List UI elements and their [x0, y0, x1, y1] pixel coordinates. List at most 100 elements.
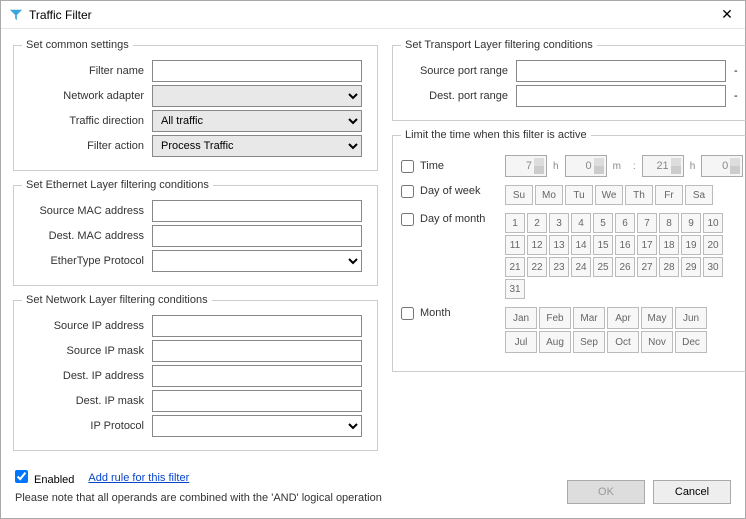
- dom-grid-cell[interactable]: 25: [593, 257, 613, 277]
- dom-grid-cell[interactable]: 15: [593, 235, 613, 255]
- dst-mac-input[interactable]: [152, 225, 362, 247]
- dom-grid-cell[interactable]: 24: [571, 257, 591, 277]
- dash: -: [734, 90, 738, 102]
- src-mac-label: Source MAC address: [22, 205, 152, 217]
- src-ip-input[interactable]: [152, 315, 362, 337]
- month-grid: JanFebMarAprMayJun JulAugSepOctNovDec: [505, 307, 707, 353]
- dom-grid-cell[interactable]: 9: [681, 213, 701, 233]
- network-adapter-select[interactable]: [152, 85, 362, 107]
- month-grid-cell[interactable]: Feb: [539, 307, 571, 329]
- time-checkbox[interactable]: [401, 160, 414, 173]
- network-group: Set Network Layer filtering conditions S…: [13, 294, 378, 451]
- time-h-from[interactable]: 7: [505, 155, 547, 177]
- dom-grid-cell[interactable]: 21: [505, 257, 525, 277]
- dow-grid-cell[interactable]: Sa: [685, 185, 713, 205]
- dom-grid-cell[interactable]: 13: [549, 235, 569, 255]
- titlebar: Traffic Filter ✕: [1, 1, 745, 29]
- dom-grid-cell[interactable]: 2: [527, 213, 547, 233]
- ethertype-select[interactable]: [152, 250, 362, 272]
- month-checkbox[interactable]: [401, 307, 414, 320]
- left-column: Set common settings Filter name Network …: [13, 39, 378, 459]
- month-grid-cell[interactable]: Jun: [675, 307, 707, 329]
- dow-checkbox[interactable]: [401, 185, 414, 198]
- dom-grid-cell[interactable]: 7: [637, 213, 657, 233]
- dom-grid-cell[interactable]: 10: [703, 213, 723, 233]
- dow-grid-cell[interactable]: Th: [625, 185, 653, 205]
- close-button[interactable]: ✕: [717, 5, 737, 25]
- filter-name-label: Filter name: [22, 65, 152, 77]
- month-grid-cell[interactable]: Jul: [505, 331, 537, 353]
- src-port-from[interactable]: [516, 60, 726, 82]
- month-grid-cell[interactable]: Apr: [607, 307, 639, 329]
- src-mac-input[interactable]: [152, 200, 362, 222]
- month-grid-cell[interactable]: Aug: [539, 331, 571, 353]
- dom-grid-cell[interactable]: 18: [659, 235, 679, 255]
- dow-grid-cell[interactable]: Fr: [655, 185, 683, 205]
- dom-grid-cell[interactable]: 26: [615, 257, 635, 277]
- dom-grid-cell[interactable]: 27: [637, 257, 657, 277]
- month-grid-cell[interactable]: May: [641, 307, 673, 329]
- dom-grid-cell[interactable]: 8: [659, 213, 679, 233]
- dom-grid-cell[interactable]: 16: [615, 235, 635, 255]
- dom-grid-cell[interactable]: 30: [703, 257, 723, 277]
- month-grid-cell[interactable]: Sep: [573, 331, 605, 353]
- common-legend: Set common settings: [22, 39, 133, 51]
- traffic-direction-label: Traffic direction: [22, 115, 152, 127]
- dom-grid-cell[interactable]: 4: [571, 213, 591, 233]
- ip-proto-select[interactable]: [152, 415, 362, 437]
- month-grid-cell[interactable]: Nov: [641, 331, 673, 353]
- dow-grid-cell[interactable]: Tu: [565, 185, 593, 205]
- dom-grid-cell[interactable]: 17: [637, 235, 657, 255]
- time-m-from[interactable]: 0: [565, 155, 607, 177]
- src-mask-input[interactable]: [152, 340, 362, 362]
- ethernet-group: Set Ethernet Layer filtering conditions …: [13, 179, 378, 286]
- common-settings-group: Set common settings Filter name Network …: [13, 39, 378, 171]
- dom-grid-cell[interactable]: 20: [703, 235, 723, 255]
- add-rule-link[interactable]: Add rule for this filter: [88, 472, 189, 484]
- funnel-icon: [9, 8, 23, 22]
- dom-grid-cell[interactable]: 1: [505, 213, 525, 233]
- right-column: Set Transport Layer filtering conditions…: [392, 39, 746, 459]
- dow-grid-cell[interactable]: Su: [505, 185, 533, 205]
- network-adapter-label: Network adapter: [22, 90, 152, 102]
- time-m-to[interactable]: 0: [701, 155, 743, 177]
- ok-button[interactable]: OK: [567, 480, 645, 504]
- dom-grid-cell[interactable]: 6: [615, 213, 635, 233]
- dst-port-from[interactable]: [516, 85, 726, 107]
- enabled-wrapper[interactable]: Enabled: [15, 470, 74, 486]
- dom-grid-cell[interactable]: 11: [505, 235, 525, 255]
- dom-grid-cell[interactable]: 31: [505, 279, 525, 299]
- time-h-to[interactable]: 21: [642, 155, 684, 177]
- dst-port-label: Dest. port range: [401, 90, 516, 102]
- dow-grid-cell[interactable]: Mo: [535, 185, 563, 205]
- enabled-label: Enabled: [34, 474, 74, 486]
- dom-grid-cell[interactable]: 14: [571, 235, 591, 255]
- dom-grid-cell[interactable]: 19: [681, 235, 701, 255]
- dom-grid-cell[interactable]: 5: [593, 213, 613, 233]
- month-grid-cell[interactable]: Jan: [505, 307, 537, 329]
- dom-grid-cell[interactable]: 23: [549, 257, 569, 277]
- dom-checkbox[interactable]: [401, 213, 414, 226]
- dow-grid-cell[interactable]: We: [595, 185, 623, 205]
- transport-group: Set Transport Layer filtering conditions…: [392, 39, 746, 121]
- month-grid-cell[interactable]: Dec: [675, 331, 707, 353]
- dom-grid: 1234567891011121314151617181920212223242…: [505, 213, 723, 299]
- dom-grid-cell[interactable]: 12: [527, 235, 547, 255]
- dst-ip-input[interactable]: [152, 365, 362, 387]
- dash: -: [734, 65, 738, 77]
- dst-ip-label: Dest. IP address: [22, 370, 152, 382]
- dom-grid-cell[interactable]: 28: [659, 257, 679, 277]
- filter-action-select[interactable]: Process Traffic: [152, 135, 362, 157]
- filter-name-input[interactable]: [152, 60, 362, 82]
- enabled-checkbox[interactable]: [15, 470, 28, 483]
- dom-grid-cell[interactable]: 3: [549, 213, 569, 233]
- dom-grid-cell[interactable]: 29: [681, 257, 701, 277]
- dom-label: Day of month: [420, 213, 505, 225]
- month-grid-cell[interactable]: Oct: [607, 331, 639, 353]
- month-grid-cell[interactable]: Mar: [573, 307, 605, 329]
- transport-legend: Set Transport Layer filtering conditions: [401, 39, 597, 51]
- dst-mask-input[interactable]: [152, 390, 362, 412]
- cancel-button[interactable]: Cancel: [653, 480, 731, 504]
- dom-grid-cell[interactable]: 22: [527, 257, 547, 277]
- traffic-direction-select[interactable]: All traffic: [152, 110, 362, 132]
